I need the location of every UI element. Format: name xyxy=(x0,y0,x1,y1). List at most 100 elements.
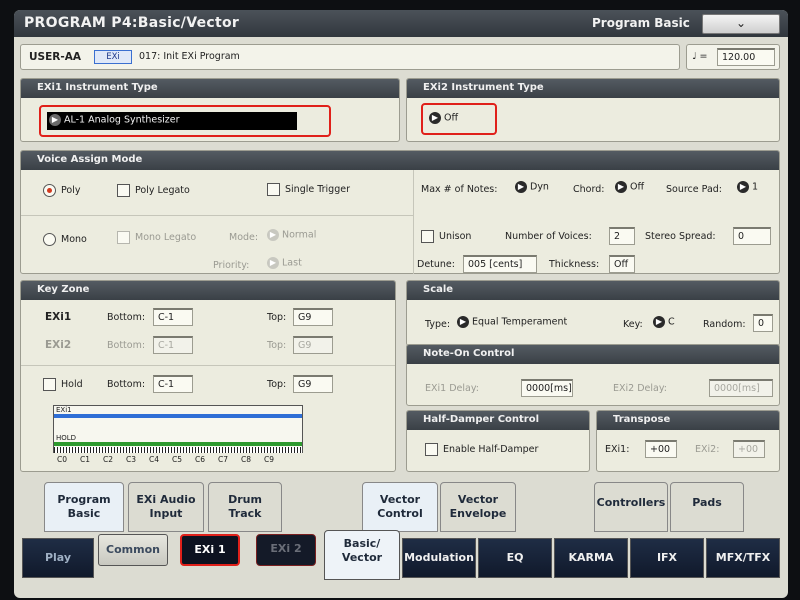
tab-label: Drum Track xyxy=(228,493,262,520)
tab-label: MFX/TFX xyxy=(715,551,771,564)
exi1-type-header: EXi1 Instrument Type xyxy=(21,79,399,98)
exi1-delay-field[interactable]: 0000[ms] xyxy=(521,379,573,397)
tab-exi-audio-input[interactable]: EXi Audio Input xyxy=(128,482,204,532)
exi2-bottom-field[interactable]: C-1 xyxy=(153,336,193,354)
voices-field[interactable]: 2 xyxy=(609,227,635,245)
random-label: Random: xyxy=(703,319,746,330)
tab-label: EXi 1 xyxy=(194,543,226,556)
arrow-right-icon: ▶ xyxy=(653,316,665,328)
tab-modulation[interactable]: Modulation xyxy=(402,538,476,578)
mode-value: Normal xyxy=(282,229,317,241)
arrow-right-icon: ▶ xyxy=(49,114,61,126)
tab-program-basic[interactable]: Program Basic xyxy=(44,482,124,532)
exi1-bottom-field[interactable]: C-1 xyxy=(153,308,193,326)
hold-bottom-field[interactable]: C-1 xyxy=(153,375,193,393)
tempo-field[interactable]: 120.00 xyxy=(717,48,775,66)
source-pad-value: 1 xyxy=(752,181,759,193)
tempo-box: ♩ = 120.00 xyxy=(686,44,780,70)
mono-legato-checkbox[interactable] xyxy=(117,231,130,244)
tab-play[interactable]: Play xyxy=(22,538,94,578)
tab-label: Basic/ Vector xyxy=(341,537,383,564)
transpose-panel: Transpose EXi1: +00 EXi2: +00 xyxy=(596,410,780,472)
tab-vector-control[interactable]: Vector Control xyxy=(362,482,438,532)
mode-selector[interactable]: ▶ Normal xyxy=(267,229,316,241)
single-trigger-label: Single Trigger xyxy=(285,184,350,195)
chord-selector[interactable]: ▶ Off xyxy=(615,181,644,193)
spread-field[interactable]: 0 xyxy=(733,227,771,245)
arrow-right-icon: ▶ xyxy=(615,181,627,193)
page-menu-label: Program Basic xyxy=(592,16,690,30)
priority-selector[interactable]: ▶ Last xyxy=(267,257,302,269)
arrow-right-icon: ▶ xyxy=(267,257,279,269)
tab-exi1[interactable]: EXi 1 xyxy=(180,534,240,566)
tab-label: IFX xyxy=(656,551,678,564)
exi2-delay-field[interactable]: 0000[ms] xyxy=(709,379,773,397)
key-label: C3 xyxy=(126,455,137,464)
source-pad-label: Source Pad: xyxy=(666,184,723,195)
unison-label: Unison xyxy=(439,231,472,242)
key-zone-graph: EXi1 HOLD xyxy=(53,405,303,453)
exi2-type-panel: EXi2 Instrument Type ▶ Off xyxy=(406,78,780,142)
page-menu-button[interactable]: ⌄ xyxy=(702,14,780,34)
key-label: C5 xyxy=(172,455,183,464)
random-field[interactable]: 0 xyxy=(753,314,773,332)
poly-legato-label: Poly Legato xyxy=(135,185,190,196)
scale-header: Scale xyxy=(407,281,779,300)
poly-radio[interactable] xyxy=(43,184,56,197)
tab-label: Vector Control xyxy=(377,493,423,520)
unison-checkbox[interactable] xyxy=(421,230,434,243)
key-label: C7 xyxy=(218,455,229,464)
priority-label: Priority: xyxy=(213,260,250,271)
half-damper-checkbox[interactable] xyxy=(425,443,438,456)
tab-pads[interactable]: Pads xyxy=(670,482,744,532)
tab-ifx[interactable]: IFX xyxy=(630,538,704,578)
exi2-type-selector[interactable]: ▶ Off xyxy=(429,112,458,124)
tab-exi2[interactable]: EXi 2 xyxy=(256,534,316,566)
bottom-label: Bottom: xyxy=(107,379,146,390)
priority-value: Last xyxy=(282,257,302,269)
detune-field[interactable]: 005 [cents] xyxy=(463,255,537,273)
note-on-header: Note-On Control xyxy=(407,345,779,364)
tab-label: EQ xyxy=(506,551,524,564)
tab-eq[interactable]: EQ xyxy=(478,538,552,578)
max-notes-selector[interactable]: ▶ Dyn xyxy=(515,181,549,193)
max-notes-label: Max # of Notes: xyxy=(421,184,498,195)
chord-label: Chord: xyxy=(573,184,605,195)
top-label: Top: xyxy=(267,312,287,323)
tab-vector-envelope[interactable]: Vector Envelope xyxy=(440,482,516,532)
mono-radio[interactable] xyxy=(43,233,56,246)
source-pad-selector[interactable]: ▶ 1 xyxy=(737,181,758,193)
exi1-type-selector[interactable]: ▶ AL-1 Analog Synthesizer xyxy=(47,112,297,130)
max-notes-value: Dyn xyxy=(530,181,549,193)
thickness-label: Thickness: xyxy=(549,259,600,270)
exi2-delay-label: EXi2 Delay: xyxy=(613,383,667,394)
tab-label: Common xyxy=(106,543,160,556)
tab-karma[interactable]: KARMA xyxy=(554,538,628,578)
scale-type-selector[interactable]: ▶ Equal Temperament xyxy=(457,316,567,328)
single-trigger-checkbox[interactable] xyxy=(267,183,280,196)
poly-legato-checkbox[interactable] xyxy=(117,184,130,197)
scale-key-selector[interactable]: ▶ C xyxy=(653,316,675,328)
half-damper-panel: Half-Damper Control Enable Half-Damper xyxy=(406,410,590,472)
transpose-exi2-field[interactable]: +00 xyxy=(733,440,765,458)
page-title: PROGRAM P4:Basic/Vector xyxy=(24,15,240,31)
tab-label: Vector Envelope xyxy=(449,493,507,520)
tab-controllers[interactable]: Controllers xyxy=(594,482,668,532)
tab-common[interactable]: Common xyxy=(98,534,168,566)
top-label: Top: xyxy=(267,340,287,351)
exi1-top-field[interactable]: G9 xyxy=(293,308,333,326)
exi2-top-field[interactable]: G9 xyxy=(293,336,333,354)
tab-drum-track[interactable]: Drum Track xyxy=(208,482,282,532)
hold-top-field[interactable]: G9 xyxy=(293,375,333,393)
tab-basic-vector[interactable]: Basic/ Vector xyxy=(324,530,400,580)
arrow-right-icon: ▶ xyxy=(515,181,527,193)
tempo-symbol: ♩ = xyxy=(692,51,708,62)
divider xyxy=(21,215,413,216)
thickness-field[interactable]: Off xyxy=(609,255,635,273)
transpose-exi1-field[interactable]: +00 xyxy=(645,440,677,458)
program-name[interactable]: 017: Init EXi Program xyxy=(139,51,240,62)
key-zone-exi2-label: EXi2 xyxy=(45,339,72,351)
hold-checkbox[interactable] xyxy=(43,378,56,391)
tab-mfx-tfx[interactable]: MFX/TFX xyxy=(706,538,780,578)
key-label: C6 xyxy=(195,455,206,464)
